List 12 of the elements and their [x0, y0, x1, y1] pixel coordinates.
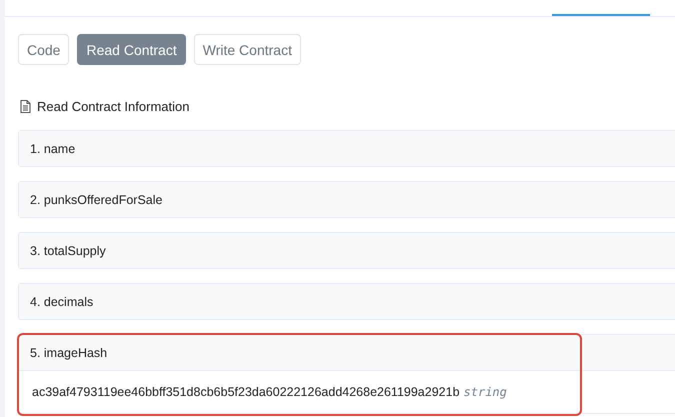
- type-label: string: [464, 385, 507, 399]
- tab-button[interactable]: Code: [18, 34, 70, 65]
- function-header[interactable]: 3. totalSupply: [19, 233, 675, 268]
- function-header[interactable]: 4. decimals: [19, 284, 675, 319]
- function-header[interactable]: 1. name: [19, 131, 675, 166]
- function-header[interactable]: 2. punksOfferedForSale: [19, 182, 675, 217]
- tab-button[interactable]: Write Contract: [194, 34, 301, 65]
- section-title: Read Contract Information: [37, 99, 190, 114]
- function-header[interactable]: 5. imageHash: [19, 335, 675, 370]
- tab-button[interactable]: Read Contract: [77, 34, 186, 65]
- result-value: ac39af4793119ee46bbff351d8cb6b5f23da60222126add4268e261199a2921b: [32, 385, 460, 399]
- document-icon: [20, 100, 31, 113]
